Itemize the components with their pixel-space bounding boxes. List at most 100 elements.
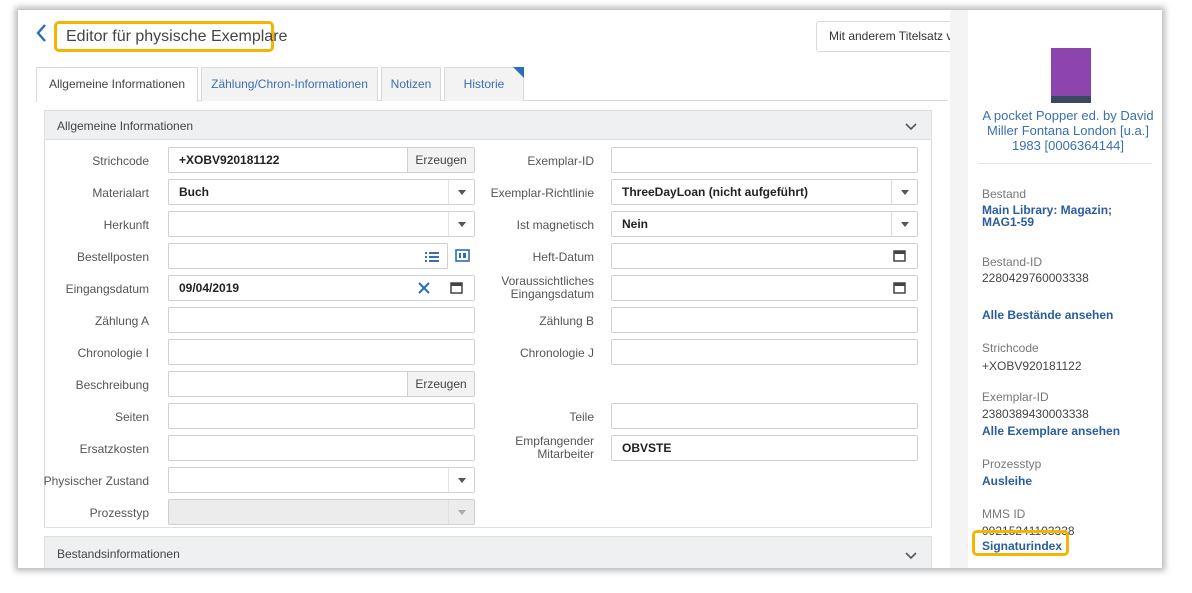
dropdown-caret-icon[interactable] [448, 212, 474, 236]
dropdown-caret-icon[interactable] [448, 468, 474, 492]
app-frame: Editor für physische Exemplare Mit ander… [18, 10, 1162, 568]
calendar-icon[interactable] [893, 244, 907, 268]
materialart-select[interactable]: Buch [168, 179, 475, 205]
side-panel: A pocket Popper ed. by David Miller Font… [950, 10, 1162, 568]
materialart-value: Buch [179, 185, 209, 199]
tab-history[interactable]: Historie [444, 67, 524, 101]
chronologie-j-input[interactable] [611, 339, 918, 365]
label-empfangender-mitarbeiter: Empfangender Mitarbeiter [515, 435, 594, 461]
label-eingangsdatum: Eingangsdatum [65, 282, 149, 296]
signaturindex-link[interactable]: Signaturindex [982, 540, 1062, 552]
label-zaehlung-b: Zählung B [539, 314, 594, 328]
strichcode-value: +XOBV920181122 [179, 153, 280, 167]
label-exemplar-id: Exemplar-ID [527, 154, 594, 168]
bestand-link[interactable]: Main Library: Magazin; MAG1-59 [982, 204, 1132, 228]
dropdown-caret-icon[interactable] [891, 180, 917, 204]
bestand-id-label: Bestand-ID [982, 255, 1043, 269]
exemplar-richtlinie-select[interactable]: ThreeDayLoan (nicht aufgeführt) [611, 179, 918, 205]
zaehlung-a-input[interactable] [168, 307, 475, 333]
dropdown-caret-icon[interactable] [891, 212, 917, 236]
editor-header: Editor für physische Exemplare Mit ander… [18, 10, 956, 56]
exemplar-id-input[interactable] [611, 147, 918, 173]
heft-datum-input[interactable] [611, 243, 918, 269]
generate-description-button[interactable]: Erzeugen [407, 372, 474, 396]
physischer-zustand-select[interactable] [168, 467, 475, 493]
tab-enumeration[interactable]: Zählung/Chron-Informationen [201, 67, 378, 101]
bestellposten-input[interactable] [168, 243, 448, 269]
exemplar-id-side-value: 2380389430003338 [982, 407, 1089, 421]
label-exemplar-richtlinie: Exemplar-Richtlinie [490, 186, 594, 200]
exemplar-id-side-label: Exemplar-ID [982, 390, 1049, 404]
main-panel: Editor für physische Exemplare Mit ander… [18, 10, 956, 568]
calendar-icon[interactable] [893, 276, 907, 300]
label-teile: Teile [569, 410, 594, 424]
title-highlight: Editor für physische Exemplare [54, 21, 287, 52]
dropdown-caret-icon[interactable] [448, 180, 474, 204]
book-thumbnail [1051, 48, 1091, 103]
label-strichcode: Strichcode [92, 154, 149, 168]
chronologie-i-input[interactable] [168, 339, 475, 365]
label-seiten: Seiten [114, 410, 149, 424]
empfangender-mitarbeiter-value: OBVSTE [622, 441, 672, 455]
calendar-icon[interactable] [450, 276, 464, 300]
label-bestellposten: Bestellposten [76, 250, 149, 264]
other-title-record-button[interactable]: Mit anderem Titelsatz v [816, 21, 956, 52]
label-materialart: Materialart [92, 186, 149, 200]
divider [978, 163, 1152, 164]
ist-magnetisch-select[interactable]: Nein [611, 211, 918, 237]
label-ersatzkosten: Ersatzkosten [79, 442, 149, 456]
tab-history-label: Historie [463, 77, 505, 91]
all-items-link[interactable]: Alle Exemplare ansehen [982, 425, 1120, 437]
strichcode-side-value: +XOBV920181122 [982, 359, 1082, 373]
tab-bar: Allgemeine Informationen Zählung/Chron-I… [36, 67, 948, 102]
eingangsdatum-value: 09/04/2019 [179, 281, 240, 295]
tab-notes[interactable]: Notizen [381, 67, 441, 101]
order-line-icon[interactable] [455, 244, 471, 268]
label-physischer-zustand: Physischer Zustand [43, 474, 149, 488]
beschreibung-input[interactable]: Erzeugen [168, 371, 475, 397]
section-general-info: Allgemeine Informationen Strichcode Mate… [44, 110, 932, 528]
label-ist-magnetisch: Ist magnetisch [516, 218, 594, 232]
ersatzkosten-input[interactable] [168, 435, 475, 461]
eingangsdatum-input[interactable]: 09/04/2019 [168, 275, 475, 301]
generate-barcode-button[interactable]: Erzeugen [407, 148, 474, 172]
label-heft-datum: Heft-Datum [532, 250, 594, 264]
label-beschreibung: Beschreibung [75, 378, 149, 392]
tab-general[interactable]: Allgemeine Informationen [36, 67, 198, 102]
teile-input[interactable] [611, 403, 918, 429]
section-holdings-info[interactable]: Bestandsinformationen [44, 536, 932, 568]
chevron-down-icon[interactable] [905, 550, 917, 560]
list-icon[interactable] [425, 244, 439, 268]
herkunft-select[interactable] [168, 211, 475, 237]
empfangender-mitarbeiter-input[interactable]: OBVSTE [611, 435, 918, 461]
section-general-title: Allgemeine Informationen [57, 119, 194, 133]
bestand-id-value: 2280429760003338 [982, 271, 1089, 285]
ist-magnetisch-value: Nein [622, 217, 649, 231]
all-holdings-link[interactable]: Alle Bestände ansehen [982, 309, 1113, 321]
prozesstyp-side-link[interactable]: Ausleihe [982, 475, 1032, 487]
tab-notification-icon [513, 67, 524, 78]
label-herkunft: Herkunft [103, 218, 149, 232]
thumbnail-band [1051, 96, 1091, 103]
exemplar-richtlinie-value: ThreeDayLoan (nicht aufgeführt) [622, 185, 809, 199]
strichcode-input[interactable]: +XOBV920181122 Erzeugen [168, 147, 475, 173]
label-line: Eingangsdatum [510, 287, 594, 301]
prozesstyp-side-label: Prozesstyp [982, 457, 1042, 471]
section-general-header[interactable]: Allgemeine Informationen [45, 111, 931, 140]
seiten-input[interactable] [168, 403, 475, 429]
vorauss-eingangsdatum-input[interactable] [611, 275, 918, 301]
clear-x-icon[interactable] [418, 276, 430, 300]
page-title: Editor für physische Exemplare [66, 28, 288, 45]
book-title-link[interactable]: A pocket Popper ed. by David Miller Font… [976, 108, 1160, 153]
bestand-label: Bestand [982, 187, 1027, 201]
mms-id-label: MMS ID [982, 507, 1026, 521]
chevron-down-icon[interactable] [905, 121, 917, 131]
prozesstyp-select [168, 499, 475, 525]
section-holdings-title: Bestandsinformationen [57, 547, 180, 561]
label-chronologie-i: Chronologie I [77, 346, 149, 360]
zaehlung-b-input[interactable] [611, 307, 918, 333]
back-chevron-icon[interactable] [34, 22, 48, 44]
label-vorauss-eingangsdatum: Voraussichtliches Eingangsdatum [501, 275, 594, 301]
dropdown-caret-icon [448, 500, 474, 524]
label-zaehlung-a: Zählung A [94, 314, 149, 328]
